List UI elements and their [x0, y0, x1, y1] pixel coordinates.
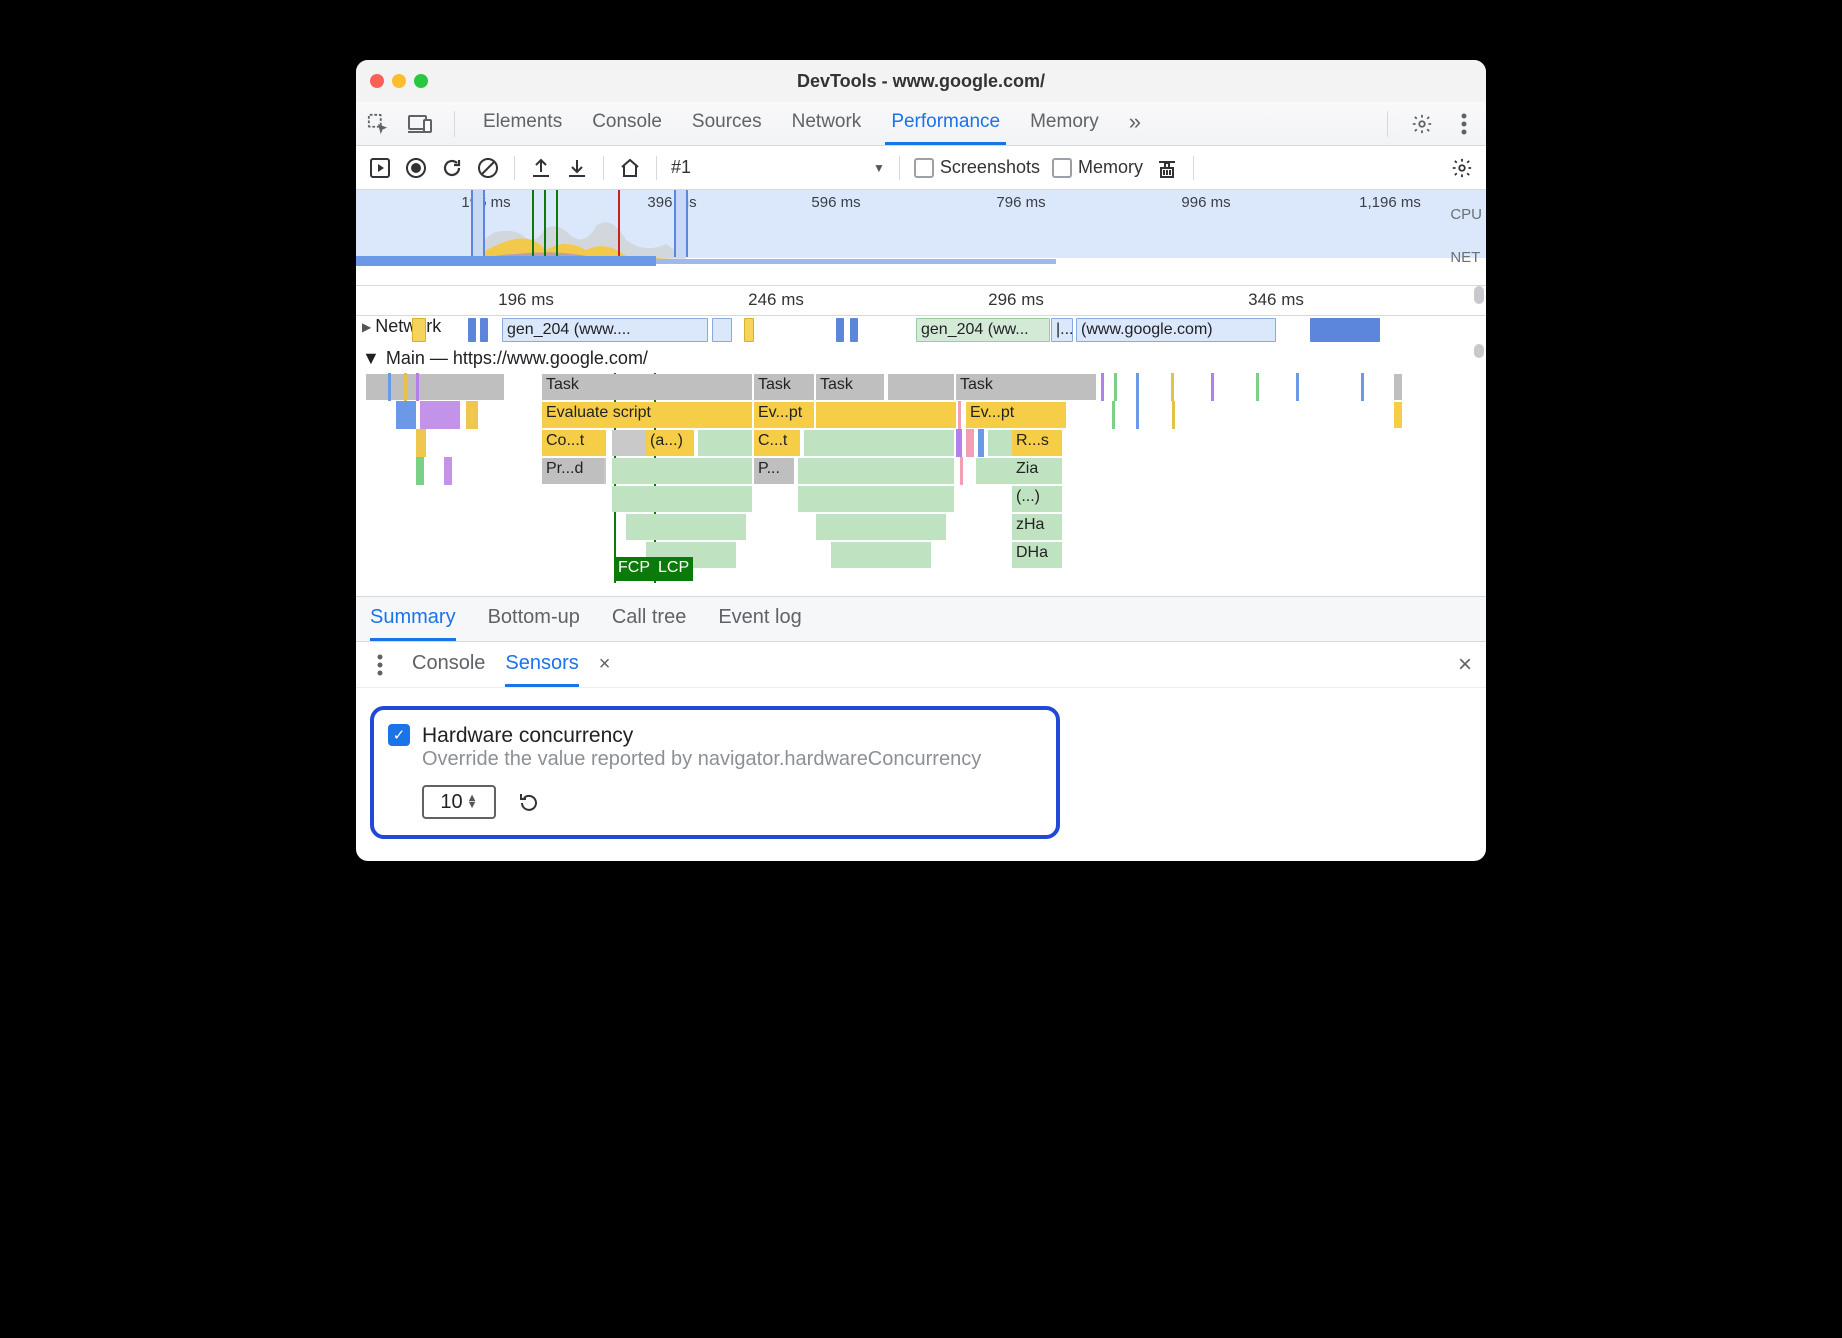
- drawer-tabstrip: Console Sensors × ×: [356, 642, 1486, 688]
- fn-block[interactable]: zHa: [1012, 514, 1062, 540]
- overview-pane[interactable]: 196 ms 396 ms 596 ms 796 ms 996 ms 1,196…: [356, 190, 1486, 286]
- hc-checkbox[interactable]: ✓: [388, 724, 410, 746]
- fn-block[interactable]: P...: [754, 458, 794, 484]
- garbage-collect-icon[interactable]: [1155, 156, 1179, 180]
- fn-block[interactable]: Pr...d: [542, 458, 604, 484]
- inspect-element-icon[interactable]: [366, 112, 390, 136]
- cpu-label: CPU: [1450, 206, 1482, 223]
- tab-console[interactable]: Console: [586, 102, 668, 145]
- reload-button[interactable]: [440, 156, 464, 180]
- fcp-marker[interactable]: FCP: [614, 557, 654, 581]
- script-block[interactable]: Ev...pt: [754, 402, 814, 428]
- tab-sources[interactable]: Sources: [686, 102, 768, 145]
- ruler-tick: 296 ms: [988, 290, 1044, 310]
- perf-detail-tabstrip: Summary Bottom-up Call tree Event log: [356, 596, 1486, 642]
- tab-more-icon[interactable]: »: [1123, 102, 1147, 145]
- network-request[interactable]: (www.google.com): [1076, 318, 1276, 342]
- task-block[interactable]: Task: [542, 374, 752, 400]
- overview-handle-left[interactable]: [471, 190, 485, 257]
- unchecked-box-icon: [914, 158, 934, 178]
- fn-block[interactable]: (...): [1012, 486, 1062, 512]
- network-track: ▶Network gen_204 (www.... gen_204 (ww...…: [356, 316, 1486, 344]
- settings-icon[interactable]: [1410, 112, 1434, 136]
- task-block[interactable]: Task: [956, 374, 1096, 400]
- screenshots-checkbox[interactable]: Screenshots: [914, 157, 1040, 178]
- net-label: NET: [1450, 249, 1482, 266]
- home-icon[interactable]: [618, 156, 642, 180]
- performance-toolbar: #1 ▼ Screenshots Memory: [356, 146, 1486, 190]
- devtools-window: DevTools - www.google.com/ Elements Cons…: [356, 60, 1486, 861]
- recording-label: #1: [671, 157, 691, 178]
- devtools-tabstrip: Elements Console Sources Network Perform…: [356, 102, 1486, 146]
- hardware-concurrency-box: ✓ Hardware concurrency Override the valu…: [370, 706, 1060, 839]
- scroll-thumb[interactable]: [1474, 344, 1484, 358]
- network-request[interactable]: |...: [1051, 318, 1073, 342]
- network-request[interactable]: gen_204 (ww...: [916, 318, 1050, 342]
- task-block[interactable]: Task: [754, 374, 814, 400]
- sensors-panel: ✓ Hardware concurrency Override the valu…: [356, 688, 1486, 861]
- overview-tick: 196 ms: [461, 194, 510, 211]
- fn-block[interactable]: DHa: [1012, 542, 1062, 568]
- perf-settings-icon[interactable]: [1450, 156, 1474, 180]
- memory-checkbox[interactable]: Memory: [1052, 157, 1143, 178]
- tab-performance[interactable]: Performance: [885, 102, 1006, 145]
- window-title: DevTools - www.google.com/: [356, 71, 1486, 92]
- ruler-tick: 346 ms: [1248, 290, 1304, 310]
- upload-profile-icon[interactable]: [529, 156, 553, 180]
- tab-elements[interactable]: Elements: [477, 102, 568, 145]
- script-block[interactable]: Evaluate script: [542, 402, 752, 428]
- ruler-tick: 196 ms: [498, 290, 554, 310]
- device-toolbar-icon[interactable]: [408, 112, 432, 136]
- drawer-menu-icon[interactable]: [368, 653, 392, 677]
- main-track-header[interactable]: ▼Main — https://www.google.com/: [356, 344, 1486, 373]
- hc-value: 10: [440, 791, 462, 814]
- stepper-arrows-icon: ▲▼: [467, 795, 478, 809]
- kebab-menu-icon[interactable]: [1452, 112, 1476, 136]
- memory-label: Memory: [1078, 157, 1143, 178]
- fn-block[interactable]: Zia: [1012, 458, 1062, 484]
- record-button[interactable]: [404, 156, 428, 180]
- detail-tab-summary[interactable]: Summary: [370, 597, 456, 641]
- screenshots-label: Screenshots: [940, 157, 1040, 178]
- lcp-marker[interactable]: LCP: [654, 557, 693, 581]
- hc-value-input[interactable]: 10 ▲▼: [422, 785, 496, 819]
- fn-block[interactable]: C...t: [754, 430, 800, 456]
- download-profile-icon[interactable]: [565, 156, 589, 180]
- overview-tick: 996 ms: [1181, 194, 1230, 211]
- drawer-tab-sensors[interactable]: Sensors: [505, 642, 578, 687]
- scroll-thumb[interactable]: [1474, 286, 1484, 304]
- fn-block[interactable]: R...s: [1012, 430, 1062, 456]
- window-titlebar: DevTools - www.google.com/: [356, 60, 1486, 102]
- drawer-tab-close-icon[interactable]: ×: [599, 653, 611, 676]
- hc-reset-icon[interactable]: [516, 790, 540, 814]
- tab-memory[interactable]: Memory: [1024, 102, 1105, 145]
- hc-description: Override the value reported by navigator…: [422, 748, 981, 771]
- tab-network[interactable]: Network: [786, 102, 868, 145]
- overview-tick: 1,196 ms: [1359, 194, 1421, 211]
- recording-selector[interactable]: #1 ▼: [671, 157, 885, 178]
- dropdown-caret-icon: ▼: [873, 161, 885, 175]
- script-block[interactable]: Ev...pt: [966, 402, 1066, 428]
- detail-tab-calltree[interactable]: Call tree: [612, 597, 686, 641]
- flamechart-pane[interactable]: 196 ms 246 ms 296 ms 346 ms ▶Network gen…: [356, 286, 1486, 596]
- track-header[interactable]: Network: [375, 316, 441, 337]
- drawer-close-icon[interactable]: ×: [1458, 651, 1472, 679]
- fn-block[interactable]: Co...t: [542, 430, 606, 456]
- unchecked-box-icon: [1052, 158, 1072, 178]
- overview-tick: 596 ms: [811, 194, 860, 211]
- task-block[interactable]: Task: [816, 374, 884, 400]
- fn-block[interactable]: (a...): [646, 430, 694, 456]
- drawer-tab-console[interactable]: Console: [412, 642, 485, 687]
- main-flamechart[interactable]: Task Task Task Task Evaluate s: [356, 373, 1486, 583]
- clear-button[interactable]: [476, 156, 500, 180]
- detail-tab-bottomup[interactable]: Bottom-up: [488, 597, 580, 641]
- overview-tick: 796 ms: [996, 194, 1045, 211]
- detail-tab-eventlog[interactable]: Event log: [718, 597, 801, 641]
- overview-handle-right[interactable]: [674, 190, 688, 257]
- play-button[interactable]: [368, 156, 392, 180]
- ruler-tick: 246 ms: [748, 290, 804, 310]
- network-request[interactable]: gen_204 (www....: [502, 318, 708, 342]
- overview-tick: 396 ms: [647, 194, 696, 211]
- hc-title: Hardware concurrency: [422, 724, 981, 748]
